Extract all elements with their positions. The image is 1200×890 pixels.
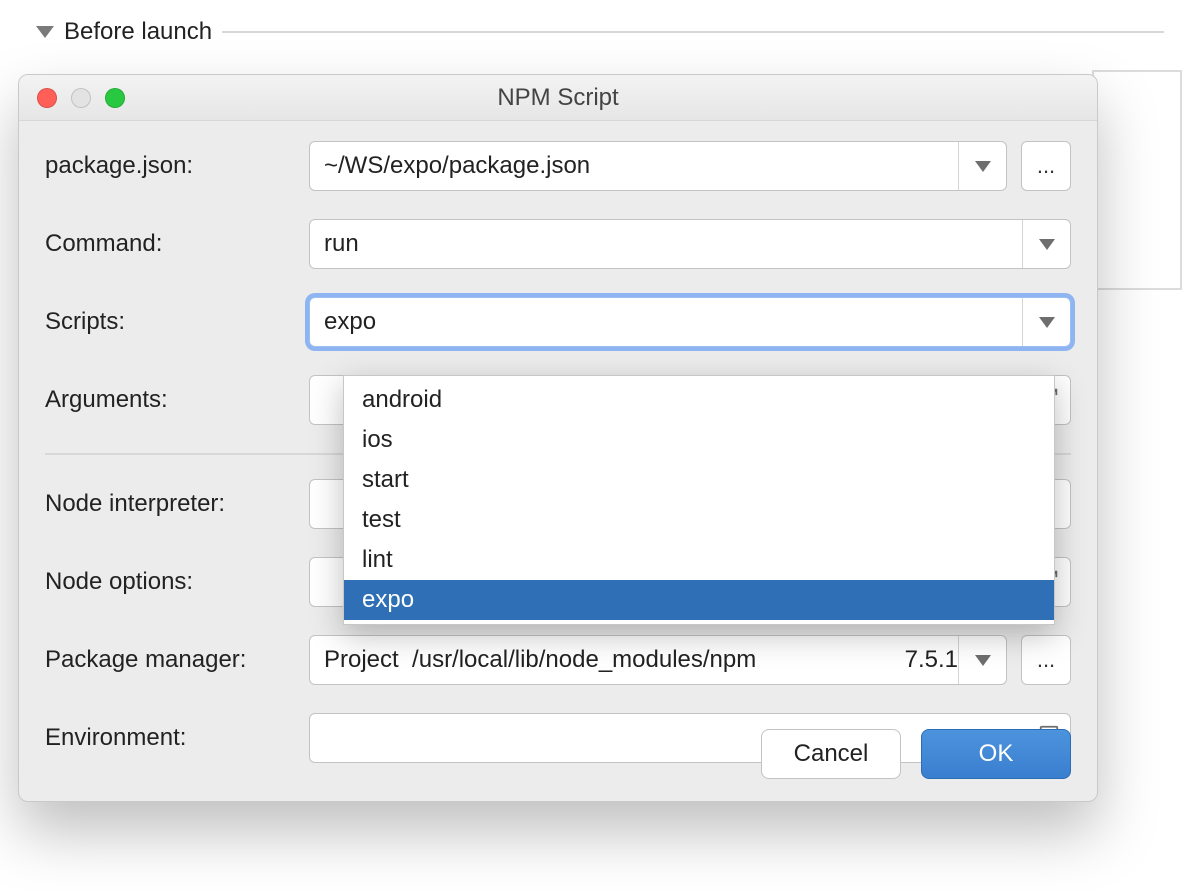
scripts-value: expo — [324, 308, 1022, 336]
row-scripts: Scripts: expo — [45, 297, 1071, 347]
scripts-option[interactable]: ios — [344, 420, 1054, 460]
npm-script-dialog: NPM Script package.json: ~/WS/expo/packa… — [18, 74, 1098, 802]
row-command: Command: run — [45, 219, 1071, 269]
package-json-browse-button[interactable]: ... — [1021, 141, 1071, 191]
label-node-options: Node options: — [45, 568, 295, 596]
label-node-interpreter: Node interpreter: — [45, 490, 295, 518]
scripts-select[interactable]: expo — [309, 297, 1071, 347]
package-manager-version: 7.5.1 — [905, 646, 958, 674]
label-scripts: Scripts: — [45, 308, 295, 336]
scripts-option[interactable]: start — [344, 460, 1054, 500]
chevron-down-icon[interactable] — [958, 636, 1006, 684]
package-manager-select[interactable]: Project /usr/local/lib/node_modules/npm … — [309, 635, 1007, 685]
scripts-option[interactable]: expo — [344, 580, 1054, 620]
ok-button[interactable]: OK — [921, 729, 1071, 779]
label-package-manager: Package manager: — [45, 646, 295, 674]
dialog-title: NPM Script — [497, 84, 618, 112]
dialog-footer: Cancel OK — [761, 729, 1071, 779]
package-json-value: ~/WS/expo/package.json — [324, 152, 958, 180]
chevron-down-icon[interactable] — [1022, 298, 1070, 346]
dialog-titlebar: NPM Script — [19, 75, 1097, 121]
label-arguments: Arguments: — [45, 386, 295, 414]
label-package-json: package.json: — [45, 152, 295, 180]
disclosure-triangle-icon — [36, 26, 54, 38]
command-value: run — [324, 230, 1022, 258]
package-json-select[interactable]: ~/WS/expo/package.json — [309, 141, 1007, 191]
label-environment: Environment: — [45, 724, 295, 752]
window-minimize-button[interactable] — [71, 88, 91, 108]
scripts-option[interactable]: test — [344, 500, 1054, 540]
command-select[interactable]: run — [309, 219, 1071, 269]
window-close-button[interactable] — [37, 88, 57, 108]
package-manager-browse-button[interactable]: ... — [1021, 635, 1071, 685]
chevron-down-icon[interactable] — [1022, 220, 1070, 268]
section-divider — [222, 31, 1164, 33]
row-package-json: package.json: ~/WS/expo/package.json ... — [45, 141, 1071, 191]
before-launch-section-header[interactable]: Before launch — [0, 0, 1200, 46]
package-manager-value: Project /usr/local/lib/node_modules/npm — [324, 646, 905, 674]
before-launch-title: Before launch — [64, 18, 212, 46]
chevron-down-icon[interactable] — [958, 142, 1006, 190]
scripts-dropdown-popup[interactable]: androidiosstarttestlintexpo — [343, 375, 1055, 625]
cancel-button[interactable]: Cancel — [761, 729, 901, 779]
scripts-option[interactable]: lint — [344, 540, 1054, 580]
window-controls — [37, 88, 125, 108]
scripts-option[interactable]: android — [344, 380, 1054, 420]
background-panel — [1092, 70, 1182, 290]
window-zoom-button[interactable] — [105, 88, 125, 108]
row-package-manager: Package manager: Project /usr/local/lib/… — [45, 635, 1071, 685]
label-command: Command: — [45, 230, 295, 258]
